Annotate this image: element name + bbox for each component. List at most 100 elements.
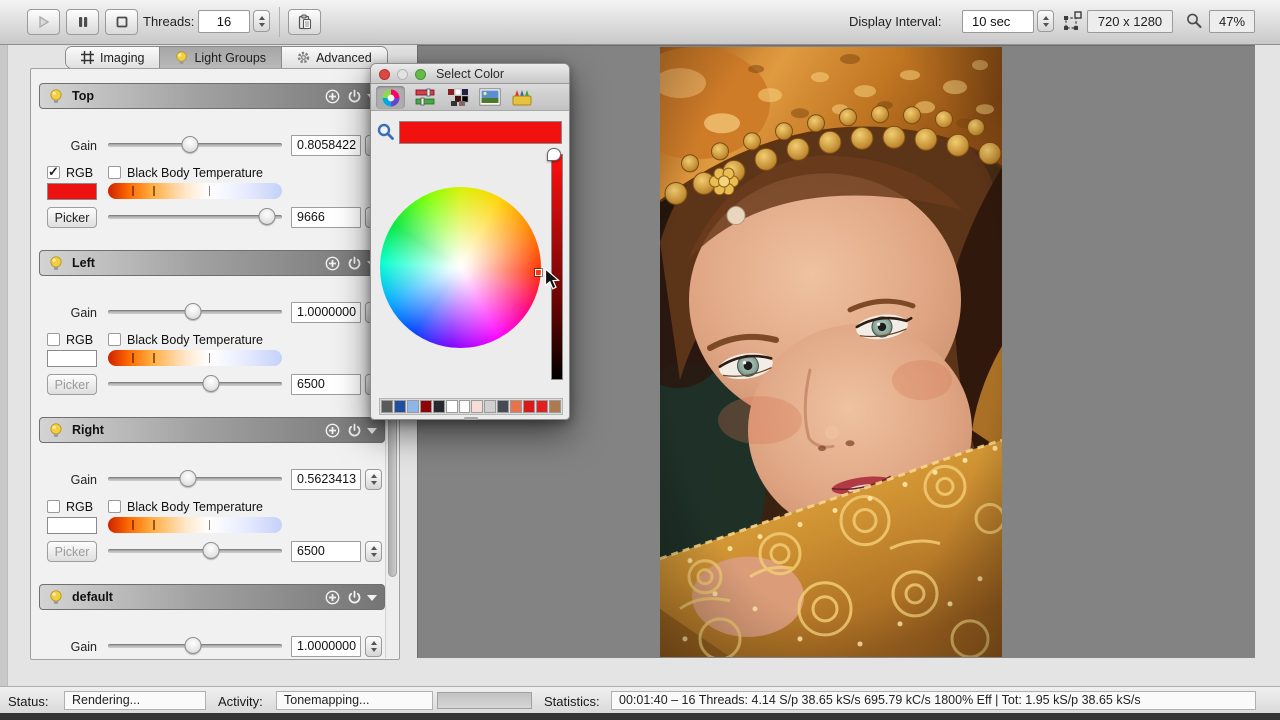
color-swatch[interactable]	[47, 517, 97, 534]
pause-button[interactable]	[66, 9, 99, 35]
rgb-checkbox[interactable]	[47, 166, 60, 179]
picker-value[interactable]: 6500	[291, 541, 361, 562]
saved-swatch[interactable]	[433, 400, 445, 413]
light-group-header[interactable]: default	[39, 584, 385, 610]
chevron-down-icon[interactable]	[367, 428, 377, 434]
image-palettes-mode-button[interactable]	[479, 88, 501, 111]
add-icon[interactable]	[325, 256, 340, 271]
gain-value[interactable]: 1.0000000	[291, 302, 361, 323]
color-wheel-mode-button[interactable]	[381, 88, 401, 113]
color-wheel-selector[interactable]	[535, 269, 542, 276]
saved-swatch[interactable]	[446, 400, 458, 413]
blackbody-gradient[interactable]	[108, 183, 282, 199]
gain-value[interactable]: 0.5623413	[291, 469, 361, 490]
slider-thumb[interactable]	[185, 303, 202, 320]
blackbody-gradient[interactable]	[108, 517, 282, 533]
saved-swatch[interactable]	[484, 400, 496, 413]
picker-slider[interactable]	[105, 541, 285, 561]
bulb-icon	[49, 89, 63, 109]
gain-stepper[interactable]	[365, 636, 382, 657]
saved-swatch[interactable]	[497, 400, 509, 413]
light-group-header[interactable]: Right	[39, 417, 385, 443]
zoom-button[interactable]	[1185, 12, 1203, 35]
tab-light-groups[interactable]: Light Groups	[160, 47, 282, 68]
saved-swatch[interactable]	[459, 400, 471, 413]
power-icon[interactable]	[347, 423, 362, 438]
saved-swatch[interactable]	[471, 400, 483, 413]
magnifier-picker-button[interactable]	[377, 123, 395, 146]
saved-swatch[interactable]	[381, 400, 393, 413]
power-icon[interactable]	[347, 89, 362, 104]
tab-imaging[interactable]: Imaging	[66, 47, 160, 68]
saved-swatch[interactable]	[407, 400, 419, 413]
rgb-checkbox[interactable]	[47, 500, 60, 513]
power-icon[interactable]	[347, 256, 362, 271]
display-interval-stepper[interactable]	[1037, 10, 1054, 32]
saved-swatch[interactable]	[536, 400, 548, 413]
saved-swatch[interactable]	[420, 400, 432, 413]
light-group-header[interactable]: Left	[39, 250, 385, 276]
light-group-title: Right	[72, 423, 104, 437]
slider-thumb[interactable]	[179, 470, 196, 487]
gain-slider[interactable]	[105, 135, 285, 155]
threads-stepper[interactable]	[253, 10, 270, 32]
gain-slider[interactable]	[105, 302, 285, 322]
blackbody-gradient[interactable]	[108, 350, 282, 366]
bbt-label: Black Body Temperature	[127, 333, 263, 347]
picker-button[interactable]: Picker	[47, 207, 97, 228]
gain-slider[interactable]	[105, 636, 285, 656]
slider-thumb[interactable]	[185, 637, 202, 654]
slider-thumb[interactable]	[259, 208, 276, 225]
bbt-checkbox[interactable]	[108, 500, 121, 513]
color-swatch[interactable]	[47, 183, 97, 200]
copy-button[interactable]	[288, 9, 321, 35]
color-sliders-icon	[415, 88, 435, 107]
stop-button[interactable]	[105, 9, 138, 35]
slider-thumb[interactable]	[181, 136, 198, 153]
picker-slider[interactable]	[105, 374, 285, 394]
light-group-header[interactable]: Top	[39, 83, 385, 109]
statistics-value: 00:01:40 – 16 Threads: 4.14 S/p 38.65 kS…	[611, 691, 1256, 710]
slider-thumb[interactable]	[203, 542, 220, 559]
pause-icon	[76, 15, 90, 29]
display-interval-input[interactable]: 10 sec	[962, 10, 1034, 33]
current-color-bar	[399, 121, 562, 144]
color-swatch[interactable]	[47, 350, 97, 367]
bbt-checkbox[interactable]	[108, 166, 121, 179]
picker-button[interactable]: Picker	[47, 541, 97, 562]
saved-swatch[interactable]	[523, 400, 535, 413]
play-button[interactable]	[27, 9, 60, 35]
picker-value[interactable]: 6500	[291, 374, 361, 395]
gain-value[interactable]: 0.8058422	[291, 135, 361, 156]
brightness-slider-thumb[interactable]	[547, 148, 561, 161]
crayons-mode-button[interactable]	[511, 88, 533, 112]
slider-thumb[interactable]	[203, 375, 220, 392]
add-icon[interactable]	[325, 590, 340, 605]
gain-stepper[interactable]	[365, 469, 382, 490]
threads-input[interactable]: 16	[198, 10, 250, 33]
power-icon[interactable]	[347, 590, 362, 605]
picker-slider[interactable]	[105, 207, 285, 227]
brightness-slider[interactable]	[551, 154, 563, 380]
dialog-titlebar[interactable]: Select Color	[371, 64, 569, 84]
gain-value[interactable]: 1.0000000	[291, 636, 361, 657]
color-wheel[interactable]	[380, 187, 541, 348]
fit-resolution-button[interactable]	[1063, 11, 1082, 37]
add-icon[interactable]	[325, 423, 340, 438]
color-sliders-mode-button[interactable]	[415, 88, 435, 112]
saved-swatch[interactable]	[549, 400, 561, 413]
picker-value[interactable]: 9666	[291, 207, 361, 228]
picker-stepper[interactable]	[365, 541, 382, 562]
bbt-checkbox[interactable]	[108, 333, 121, 346]
chevron-down-icon[interactable]	[367, 595, 377, 601]
swatch-drawer-handle[interactable]	[464, 417, 478, 420]
bbt-label: Black Body Temperature	[127, 500, 263, 514]
add-icon[interactable]	[325, 89, 340, 104]
rgb-checkbox[interactable]	[47, 333, 60, 346]
gain-slider[interactable]	[105, 469, 285, 489]
saved-swatch[interactable]	[510, 400, 522, 413]
picker-button[interactable]: Picker	[47, 374, 97, 395]
saved-swatch[interactable]	[394, 400, 406, 413]
color-palettes-mode-button[interactable]	[447, 88, 469, 112]
light-group-title: default	[72, 590, 113, 604]
